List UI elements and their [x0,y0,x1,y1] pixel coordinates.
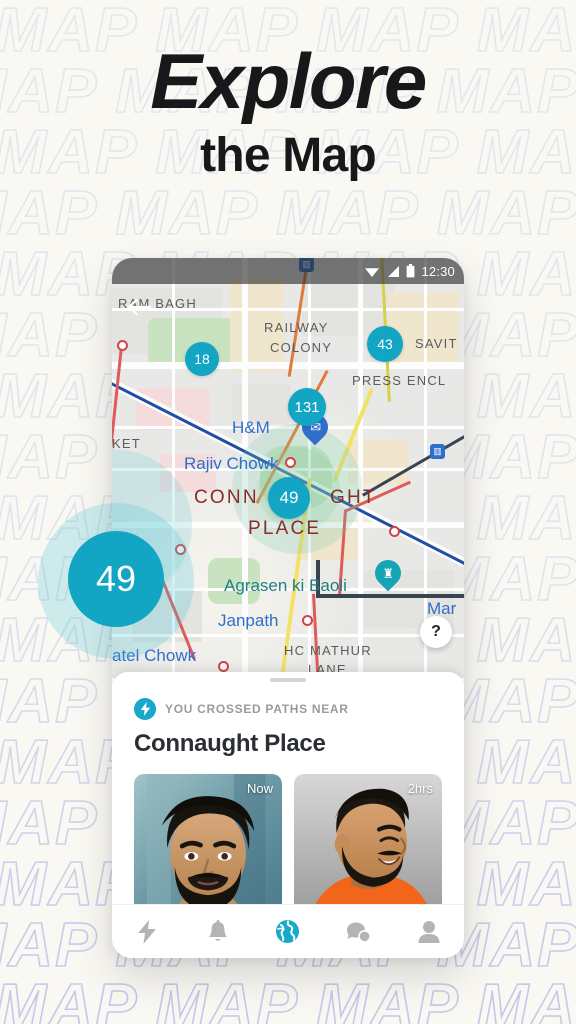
status-bar: 12:30 [112,258,464,284]
card-time-label: Now [246,781,273,796]
chat-bubbles-icon [346,922,371,943]
back-button[interactable] [124,292,154,322]
wifi-icon [365,267,380,277]
map-cluster[interactable]: 18 [185,342,219,376]
lightning-bolt-icon [134,698,156,720]
map-cluster[interactable]: 131 [288,388,326,426]
map-label: Janpath [218,611,279,630]
watermark-row: MAP MAP MAP MAP MAP MAP MAP MAP MAP [0,0,576,1]
sheet-title: Connaught Place [134,730,326,757]
map-label: Rajiv Chowk [184,454,279,473]
crossed-path-card[interactable]: 2hrs [294,774,442,924]
sheet-eyebrow-row: YOU CROSSED PATHS NEAR [112,682,464,720]
bottom-navigation [112,904,464,958]
nav-item-explore[interactable] [266,910,310,954]
map-label: KET [112,436,141,451]
metro-station-dot [302,615,313,626]
metro-station-dot [117,340,128,351]
battery-icon [407,264,415,278]
map-label: PLACE [248,518,322,539]
map-cluster[interactable]: 49 [268,477,310,519]
status-bar-time: 12:30 [421,263,455,279]
watermark-row: MAP MAP MAP MAP MAP MAP MAP MAP MAP [0,972,576,1024]
headline-line-1: Explore [150,37,427,125]
map-label: CONN [194,487,259,508]
card-time-label: 2hrs [407,781,433,796]
page-title: Explore the Map [0,37,576,183]
nav-item-sparks[interactable] [125,910,169,954]
promo-screenshot: MAP MAP MAP MAP MAP MAP MAP MAP MAP MAP … [0,0,576,1024]
map-label: RAILWAY [264,320,329,335]
map-label: H&M [232,418,270,437]
metro-station-dot [218,661,229,672]
metro-station-dot [389,526,400,537]
signal-icon [388,265,400,277]
train-station-icon[interactable]: ▥ [430,444,445,459]
bottom-sheet[interactable]: YOU CROSSED PATHS NEAR Connaught Place N… [112,672,464,958]
back-arrow-icon [127,298,151,316]
headline-line-2: the Map [200,129,377,183]
map-label: Agrasen ki Baoli [224,576,347,595]
help-button[interactable]: ? [420,616,452,648]
sheet-eyebrow-label: YOU CROSSED PATHS NEAR [165,702,349,716]
watermark-row: MAP MAP MAP MAP MAP MAP MAP MAP MAP [0,179,576,248]
person-icon [418,920,440,943]
map-label: SAVIT [415,336,458,351]
map-cluster-large[interactable]: 49 [68,531,164,627]
globe-icon [276,920,300,943]
map-label: PRESS ENCL [352,373,447,388]
nav-item-profile[interactable] [407,910,451,954]
crossed-paths-cards: Now 2hrs [112,758,464,924]
nav-item-messages[interactable] [336,910,380,954]
map-cluster[interactable]: 43 [367,326,403,362]
crossed-path-card[interactable]: Now [134,774,282,924]
map-label: HC MATHUR [284,643,372,658]
metro-station-dot [285,457,296,468]
lightning-bolt-icon [138,919,157,944]
nav-item-notifications[interactable] [196,910,240,954]
map-label: COLONY [270,340,333,355]
bell-icon [208,919,227,941]
map-label: GHT [330,487,377,508]
